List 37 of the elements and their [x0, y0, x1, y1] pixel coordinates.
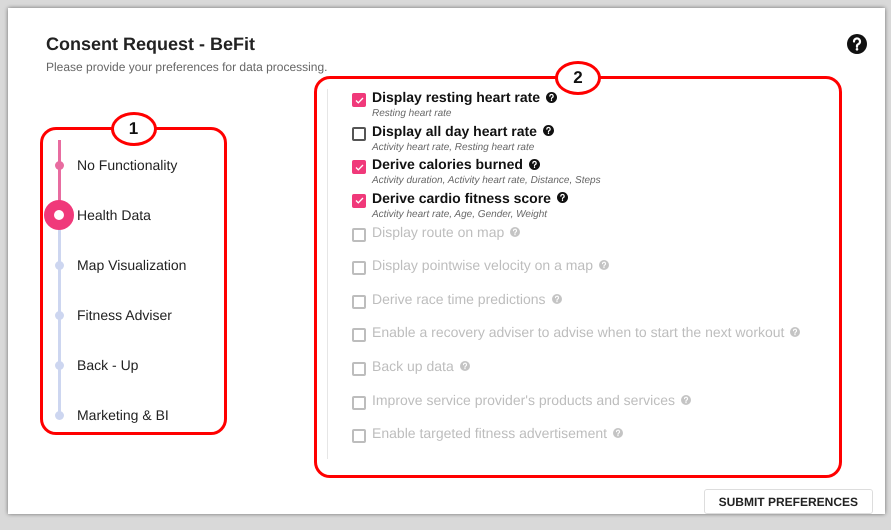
help-icon[interactable] — [528, 158, 540, 170]
check-icon — [354, 197, 364, 204]
check-icon — [354, 96, 364, 104]
option-details: Activity duration, Activity heart rate, Distance, Steps — [372, 175, 601, 186]
option-label[interactable]: Display all day heart rate — [372, 122, 537, 139]
step-marker[interactable] — [54, 410, 64, 420]
checkbox[interactable] — [352, 160, 366, 174]
option-details: Activity heart rate, Resting heart rate — [372, 142, 536, 153]
dialog-subtitle: Please provide your preferences for data processing. — [46, 60, 328, 74]
check-icon — [354, 164, 364, 171]
step-marker[interactable] — [54, 360, 64, 370]
step-label[interactable]: Marketing & BI — [77, 407, 169, 423]
help-icon[interactable] — [556, 192, 568, 204]
submit-button[interactable]: SUBMIT PREFERENCES — [704, 489, 873, 514]
step-label[interactable]: Health Data — [77, 207, 151, 223]
callout-badge: 2 — [555, 61, 601, 95]
option-details: Resting heart rate — [372, 108, 452, 119]
checkbox[interactable] — [352, 126, 366, 141]
step-label[interactable]: Fitness Adviser — [77, 307, 172, 323]
checkbox[interactable] — [352, 194, 366, 208]
step-marker[interactable] — [44, 200, 74, 230]
step-marker[interactable] — [54, 160, 64, 170]
checkbox[interactable] — [352, 93, 366, 107]
option-label[interactable]: Derive cardio fitness score — [372, 190, 551, 206]
help-icon[interactable] — [542, 125, 554, 136]
step-label[interactable]: Map Visualization — [77, 257, 186, 273]
option-label[interactable]: Derive calories burned — [372, 156, 523, 172]
help-icon[interactable] — [546, 92, 558, 102]
option-label[interactable]: Display resting heart rate — [372, 89, 540, 105]
step-marker[interactable] — [54, 260, 64, 270]
help-icon[interactable] — [847, 34, 867, 54]
step-label[interactable]: Back - Up — [77, 357, 138, 373]
step-marker[interactable] — [54, 310, 64, 320]
step-label[interactable]: No Functionality — [77, 157, 178, 173]
option-details: Activity heart rate, Age, Gender, Weight — [372, 208, 548, 220]
dialog-title: Consent Request - BeFit — [46, 34, 256, 55]
callout-badge: 1 — [110, 112, 156, 146]
